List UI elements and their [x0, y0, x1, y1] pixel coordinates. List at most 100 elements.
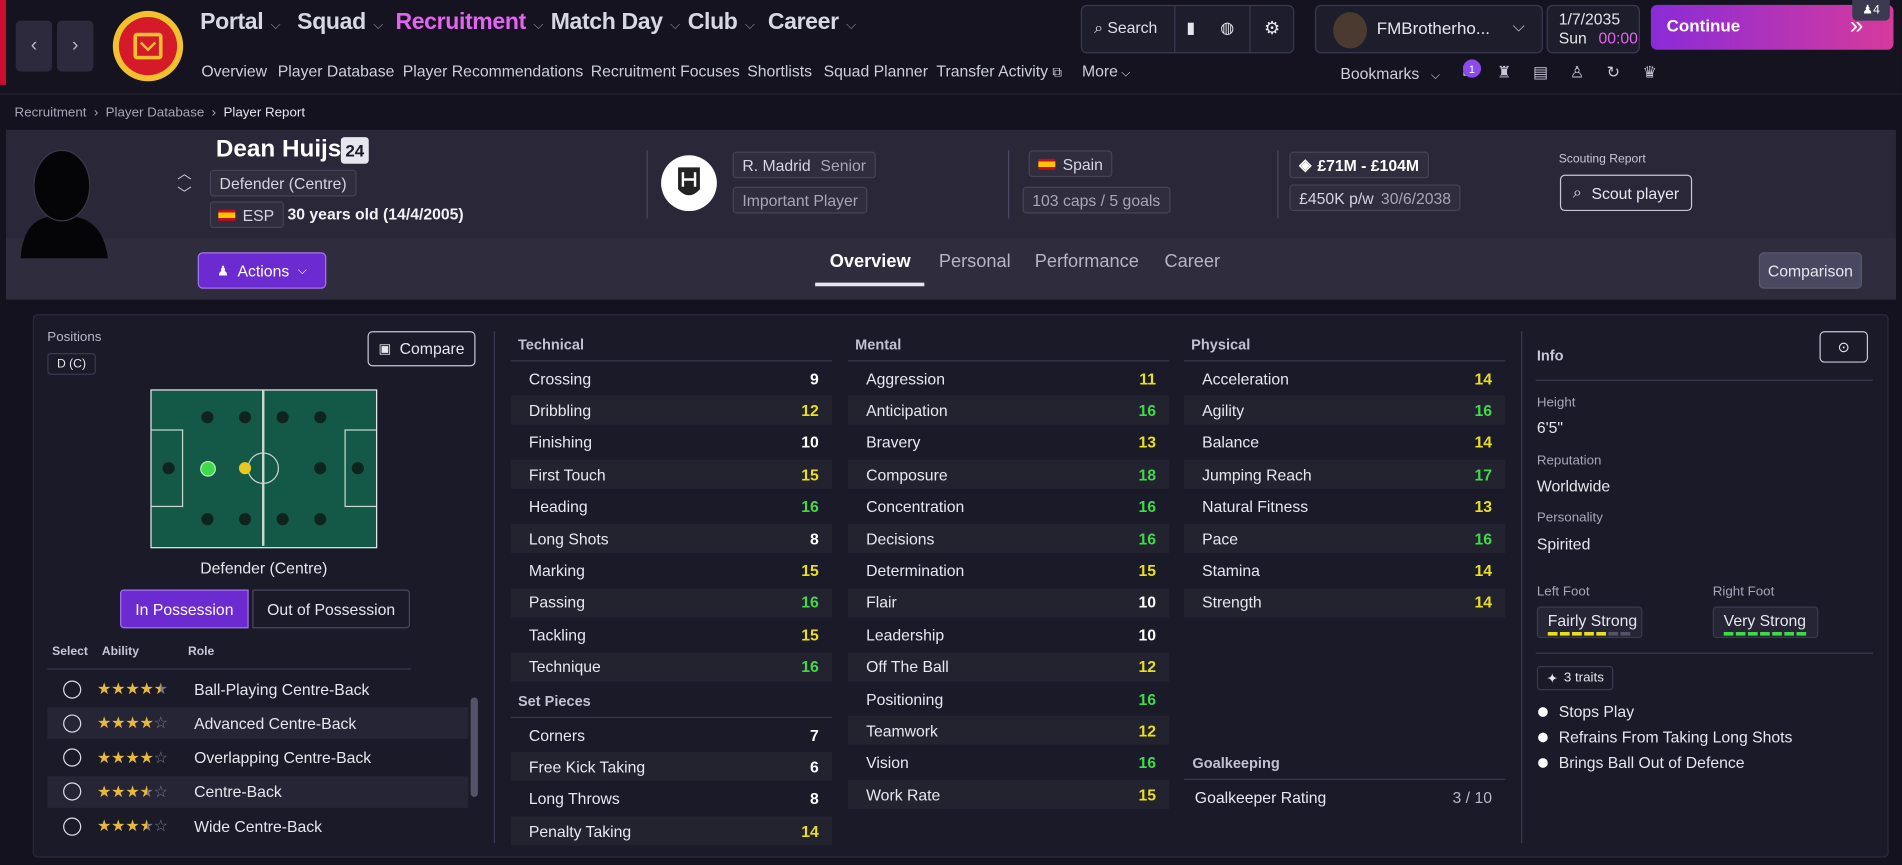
menu-recruitment[interactable]: Recruitment ⌵ [395, 10, 543, 37]
refresh-icon[interactable]: ↻ [1601, 63, 1625, 85]
attribute-row[interactable]: Marking 15 [511, 556, 832, 585]
role-select-radio[interactable] [63, 782, 82, 802]
tab-career[interactable]: Career [1164, 251, 1220, 272]
submenu-more[interactable]: More ⌵ [1082, 62, 1131, 80]
clipboard-icon[interactable]: ▤ [1528, 63, 1552, 85]
attribute-row[interactable]: Dribbling 12 [510, 395, 833, 426]
comparison-button[interactable]: Comparison [1758, 252, 1862, 289]
attribute-row[interactable]: Strength 14 [1183, 588, 1506, 618]
submenu-overview[interactable]: Overview [201, 62, 267, 80]
bookmark-icon[interactable]: ▮ [1186, 18, 1195, 37]
attribute-row[interactable]: Corners 7 [511, 721, 832, 750]
club-pill[interactable]: R. Madrid Senior [732, 151, 876, 179]
notification-count[interactable]: ♟ 4 [1852, 0, 1890, 21]
trophy-icon[interactable]: ♛ [1638, 63, 1662, 85]
globe-icon[interactable]: ◍ [1220, 18, 1234, 37]
attribute-row[interactable]: Balance 14 [1184, 428, 1505, 457]
attribute-row[interactable]: Composure 18 [847, 459, 1170, 490]
attribute-row[interactable]: Technique 16 [510, 652, 833, 682]
menu-squad[interactable]: Squad ⌵ [297, 10, 383, 37]
attribute-row[interactable]: First Touch 15 [510, 459, 833, 490]
role-row[interactable]: ★★★★☆ Centre-Back [47, 776, 469, 808]
attribute-row[interactable]: Determination 15 [848, 556, 1169, 585]
menu-career[interactable]: Career ⌵ [768, 10, 856, 37]
club-crest-icon[interactable] [661, 155, 717, 212]
submenu-squad-planner[interactable]: Squad Planner [824, 62, 928, 80]
tab-overview[interactable]: Overview [830, 251, 911, 272]
menu-portal[interactable]: Portal ⌵ [200, 10, 281, 37]
bookmarks-dropdown[interactable]: Bookmarks ⌵ [1340, 64, 1440, 82]
col-select[interactable]: Select [52, 645, 88, 658]
nation-pill[interactable]: Spain [1028, 150, 1113, 178]
role-row[interactable]: ★★★★★ Ball-Playing Centre-Back [47, 673, 468, 705]
tab-personal[interactable]: Personal [939, 251, 1011, 272]
col-ability[interactable]: Ability [102, 645, 139, 658]
attribute-row[interactable]: Teamwork 12 [847, 716, 1170, 746]
attribute-row[interactable]: Pace 16 [1183, 524, 1506, 554]
attribute-row[interactable]: Anticipation 16 [847, 395, 1170, 426]
out-of-possession-toggle[interactable]: Out of Possession [252, 589, 410, 629]
game-date[interactable]: 1/7/2035 Sun 00:00 [1546, 4, 1640, 54]
search-button[interactable]: ⌕ Search [1094, 18, 1157, 37]
attribute-row[interactable]: Concentration 16 [848, 492, 1169, 521]
manager-profile[interactable]: FMBrotherho... ⌵ [1314, 4, 1543, 54]
previous-player-button[interactable]: ︿ [177, 163, 192, 184]
attribute-row[interactable]: Long Shots 8 [510, 524, 833, 554]
actions-button[interactable]: ♟ Actions ⌵ [197, 252, 327, 289]
attribute-row[interactable]: Free Kick Taking 6 [510, 752, 833, 782]
scout-player-button[interactable]: ⌕ Scout player [1559, 174, 1693, 212]
attribute-row[interactable]: Penalty Taking 14 [510, 816, 833, 846]
submenu-player-database[interactable]: Player Database [278, 62, 395, 80]
club-badge-icon[interactable] [112, 8, 185, 83]
info-settings-button[interactable]: ⊙ [1819, 331, 1869, 363]
breadcrumb-player-database[interactable]: Player Database [106, 106, 205, 121]
attribute-row[interactable]: Leadership 10 [848, 620, 1169, 649]
attribute-row[interactable]: Heading 16 [511, 492, 832, 521]
attribute-row[interactable]: Bravery 13 [848, 428, 1169, 457]
submenu-recruitment-focuses[interactable]: Recruitment Focuses [591, 62, 740, 80]
shirt-icon[interactable]: ♜ [1492, 63, 1516, 85]
menu-match-day[interactable]: Match Day ⌵ [551, 10, 680, 37]
role-select-radio[interactable] [63, 748, 82, 767]
staff-icon[interactable]: ♙ [1565, 63, 1589, 85]
attribute-row[interactable]: Stamina 14 [1184, 556, 1505, 585]
attribute-row[interactable]: Aggression 11 [848, 364, 1169, 393]
attribute-row[interactable]: Long Throws 8 [511, 785, 832, 814]
attribute-row[interactable]: Agility 16 [1183, 395, 1506, 426]
compare-button[interactable]: ▣ Compare [367, 331, 476, 367]
attribute-row[interactable]: Tackling 15 [511, 620, 832, 649]
in-possession-toggle[interactable]: In Possession [120, 589, 249, 629]
attribute-row[interactable]: Crossing 9 [511, 364, 832, 393]
role-select-radio[interactable] [63, 714, 82, 733]
role-row[interactable]: ★★★★☆ Advanced Centre-Back [47, 707, 469, 740]
tab-performance[interactable]: Performance [1035, 251, 1139, 272]
submenu-shortlists[interactable]: Shortlists [747, 62, 812, 80]
attribute-row[interactable]: Passing 16 [510, 588, 833, 618]
next-player-button[interactable]: ﹀ [177, 183, 192, 204]
roles-scrollbar[interactable] [470, 697, 478, 797]
attribute-row[interactable]: Vision 16 [848, 748, 1169, 777]
attribute-row[interactable]: Acceleration 14 [1184, 364, 1505, 393]
menu-club[interactable]: Club ⌵ [688, 10, 755, 37]
submenu-player-recommendations[interactable]: Player Recommendations [403, 62, 584, 80]
back-button[interactable]: ‹ [15, 20, 53, 72]
attribute-row[interactable]: Flair 10 [847, 588, 1170, 618]
attribute-row[interactable]: Positioning 16 [848, 684, 1169, 713]
attribute-row[interactable]: Decisions 16 [847, 524, 1170, 554]
role-row[interactable]: ★★★★☆ Overlapping Centre-Back [47, 742, 468, 774]
attribute-row[interactable]: Finishing 10 [511, 428, 832, 457]
forward-button[interactable]: › [57, 20, 94, 72]
role-row[interactable]: ★★★★☆ Wide Centre-Back [47, 811, 468, 843]
attribute-row[interactable]: Off The Ball 12 [847, 652, 1170, 682]
breadcrumb-recruitment[interactable]: Recruitment [15, 106, 87, 121]
role-select-radio[interactable] [63, 679, 82, 699]
attribute-row[interactable]: Work Rate 15 [847, 780, 1170, 810]
col-role[interactable]: Role [188, 645, 214, 658]
gear-icon[interactable]: ⚙ [1264, 17, 1280, 39]
role-select-radio[interactable] [63, 817, 82, 836]
attribute-row[interactable]: Natural Fitness 13 [1184, 492, 1505, 521]
attribute-row[interactable]: Jumping Reach 17 [1183, 459, 1506, 490]
goalkeeper-rating-row[interactable]: Goalkeeper Rating 3 / 10 [1184, 782, 1505, 811]
submenu-transfer-activity[interactable]: Transfer Activity ⧉ [936, 62, 1062, 81]
traits-count-pill[interactable]: ✦ 3 traits [1536, 665, 1614, 691]
